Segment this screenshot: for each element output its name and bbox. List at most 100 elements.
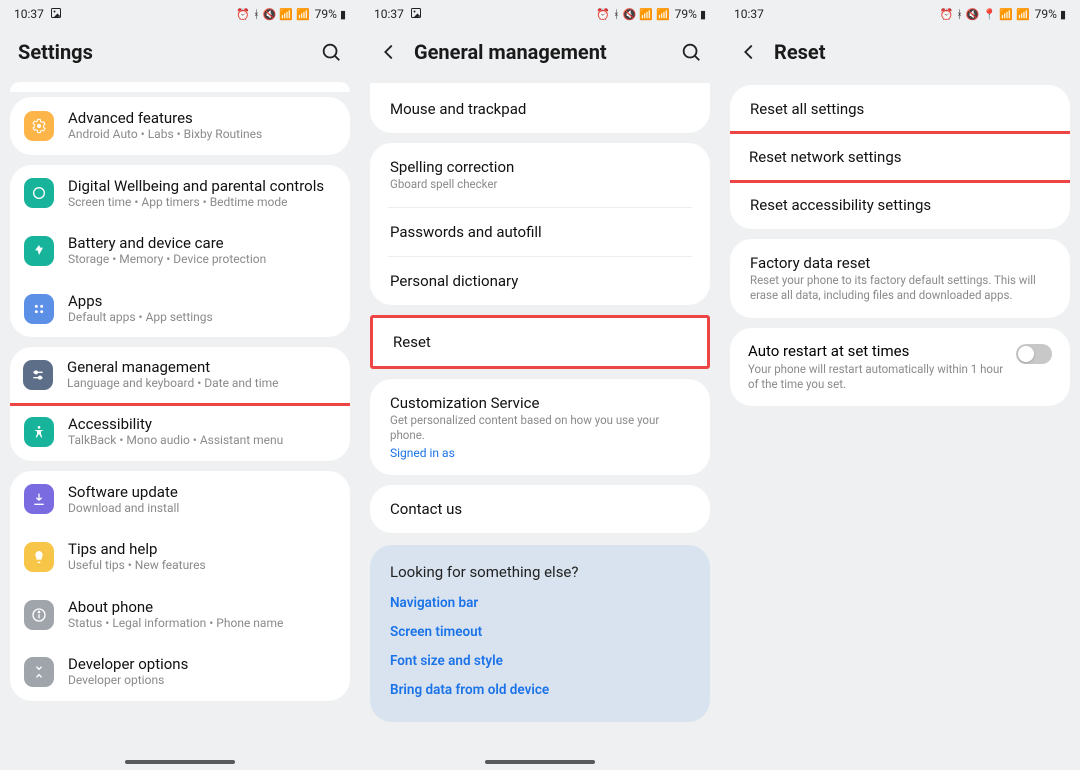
- back-icon[interactable]: [738, 41, 760, 63]
- mute-icon: 🔇: [263, 8, 277, 21]
- row-label: Reset network settings: [749, 148, 1051, 166]
- reset-screen: 10:37 ⏰ᚼ🔇📍📶📶 79%▮ Reset Reset all settin…: [720, 0, 1080, 770]
- settings-group-general: General managementLanguage and keyboard …: [10, 347, 350, 460]
- row-apps[interactable]: AppsDefault apps • App settings: [10, 280, 350, 338]
- row-label: Spelling correction: [390, 158, 690, 176]
- row-customization[interactable]: Customization Service Get personalized c…: [370, 379, 710, 475]
- page-title: General management: [414, 40, 666, 64]
- dev-icon: [24, 657, 54, 687]
- row-developer-options[interactable]: Developer optionsDeveloper options: [10, 643, 350, 701]
- signal-icon: 📶: [296, 8, 310, 21]
- row-battery-care[interactable]: Battery and device careStorage • Memory …: [10, 222, 350, 280]
- bluetooth-icon: ᚼ: [253, 8, 260, 21]
- row-sub: Developer options: [68, 673, 188, 689]
- row-label: Tips and help: [68, 540, 206, 558]
- link-screen-timeout[interactable]: Screen timeout: [390, 624, 690, 640]
- row-reset-accessibility[interactable]: Reset accessibility settings: [730, 181, 1070, 229]
- row-spelling[interactable]: Spelling correction Gboard spell checker: [370, 143, 710, 207]
- row-tips[interactable]: Tips and helpUseful tips • New features: [10, 528, 350, 586]
- card-text: Spelling correction Gboard spell checker…: [370, 143, 710, 305]
- accessibility-icon: [24, 417, 54, 447]
- card-customization: Customization Service Get personalized c…: [370, 379, 710, 475]
- row-label: Accessibility: [68, 415, 283, 433]
- row-sub: Your phone will restart automatically wi…: [748, 362, 1006, 392]
- card-factory: Factory data reset Reset your phone to i…: [730, 239, 1070, 318]
- row-label: Apps: [68, 292, 213, 310]
- row-label: Mouse and trackpad: [390, 100, 690, 118]
- row-accessibility[interactable]: AccessibilityTalkBack • Mono audio • Ass…: [10, 403, 350, 461]
- settings-group-adv: Advanced features Android Auto • Labs • …: [10, 97, 350, 155]
- row-label: About phone: [68, 598, 283, 616]
- battery-icon: ▮: [1060, 8, 1066, 21]
- card-auto-restart: Auto restart at set times Your phone wil…: [730, 328, 1070, 406]
- row-label: General management: [67, 358, 279, 376]
- row-link[interactable]: Signed in as: [390, 446, 690, 460]
- row-software-update[interactable]: Software updateDownload and install: [10, 471, 350, 529]
- row-label: Advanced features: [68, 109, 262, 127]
- card-stub: [10, 82, 350, 92]
- row-personal-dict[interactable]: Personal dictionary: [370, 257, 710, 305]
- link-bring-data[interactable]: Bring data from old device: [390, 682, 690, 698]
- row-label: Customization Service: [390, 394, 690, 412]
- row-general-management[interactable]: General managementLanguage and keyboard …: [10, 347, 350, 404]
- row-label: Reset accessibility settings: [750, 196, 1050, 214]
- search-icon[interactable]: [680, 41, 702, 63]
- back-icon[interactable]: [378, 41, 400, 63]
- row-mouse-trackpad[interactable]: Mouse and trackpad: [370, 85, 710, 133]
- wifi-icon: 📶: [639, 8, 653, 21]
- wifi-icon: 📶: [999, 8, 1013, 21]
- row-label: Digital Wellbeing and parental controls: [68, 177, 324, 195]
- header: General management: [360, 28, 720, 82]
- row-digital-wellbeing[interactable]: Digital Wellbeing and parental controlsS…: [10, 165, 350, 223]
- row-passwords[interactable]: Passwords and autofill: [370, 208, 710, 256]
- row-reset-all[interactable]: Reset all settings: [730, 85, 1070, 133]
- general-management-screen: 10:37 ⏰ᚼ🔇📶📶 79%▮ General management Mous…: [360, 0, 720, 770]
- gear-icon: [24, 111, 54, 141]
- battery-percent: 79%: [1035, 7, 1057, 21]
- status-icons: ⏰ᚼ🔇📶📶 79%▮: [596, 7, 706, 21]
- row-about-phone[interactable]: About phoneStatus • Legal information • …: [10, 586, 350, 644]
- row-auto-restart[interactable]: Auto restart at set times Your phone wil…: [730, 328, 1070, 406]
- row-sub: Get personalized content based on how yo…: [390, 413, 690, 443]
- row-advanced-features[interactable]: Advanced features Android Auto • Labs • …: [10, 97, 350, 155]
- wifi-icon: 📶: [279, 8, 293, 21]
- row-label: Software update: [68, 483, 179, 501]
- row-sub: Storage • Memory • Device protection: [68, 252, 266, 268]
- info-icon: [24, 600, 54, 630]
- card-reset: Reset: [370, 315, 710, 369]
- row-sub: Reset your phone to its factory default …: [750, 273, 1050, 303]
- picture-icon: [50, 7, 62, 22]
- search-icon[interactable]: [320, 41, 342, 63]
- row-sub: Gboard spell checker: [390, 177, 690, 192]
- link-font-size[interactable]: Font size and style: [390, 653, 690, 669]
- mute-icon: 🔇: [623, 8, 637, 21]
- row-reset[interactable]: Reset: [373, 318, 707, 366]
- row-label: Developer options: [68, 655, 188, 673]
- battery-icon: ▮: [700, 8, 706, 21]
- card-mouse: Mouse and trackpad: [370, 82, 710, 133]
- row-sub: Default apps • App settings: [68, 310, 213, 326]
- row-label: Reset: [393, 333, 687, 351]
- row-label: Factory data reset: [750, 254, 1050, 272]
- sliders-icon: [23, 360, 53, 390]
- row-contact-us[interactable]: Contact us: [370, 485, 710, 533]
- status-time: 10:37: [734, 7, 764, 21]
- row-label: Reset all settings: [750, 100, 1050, 118]
- status-icons: ⏰ᚼ🔇📍📶📶 79%▮: [940, 7, 1066, 21]
- row-sub: Download and install: [68, 501, 179, 517]
- bluetooth-icon: ᚼ: [613, 8, 620, 21]
- page-title: Settings: [18, 40, 306, 64]
- status-time: 10:37: [14, 7, 44, 21]
- signal-icon: 📶: [656, 8, 670, 21]
- battery-percent: 79%: [675, 7, 697, 21]
- settings-screen: 10:37 ⏰ᚼ🔇📶📶 79%▮ Settings Advanced featu…: [0, 0, 360, 770]
- header: Settings: [0, 28, 360, 82]
- battery-icon: [24, 236, 54, 266]
- settings-group-care: Digital Wellbeing and parental controls S…: [10, 165, 350, 338]
- battery-icon: ▮: [340, 8, 346, 21]
- auto-restart-toggle[interactable]: [1016, 344, 1052, 364]
- location-icon: 📍: [983, 8, 997, 21]
- row-factory-reset[interactable]: Factory data reset Reset your phone to i…: [730, 239, 1070, 318]
- row-reset-network[interactable]: Reset network settings: [730, 133, 1070, 181]
- link-navigation-bar[interactable]: Navigation bar: [390, 595, 690, 611]
